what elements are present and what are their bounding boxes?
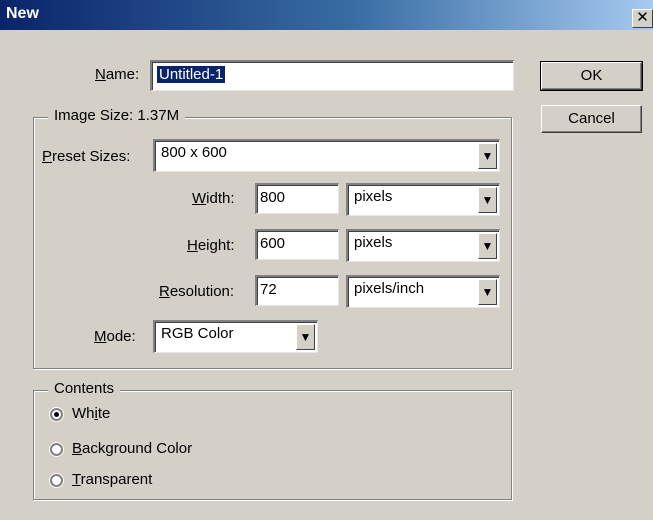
- height-label: Height:: [187, 237, 235, 254]
- resolution-unit-select[interactable]: pixels/inch ▼: [346, 275, 500, 308]
- width-input[interactable]: 800: [255, 183, 339, 214]
- mode-select[interactable]: RGB Color ▼: [153, 320, 318, 353]
- radio-icon: [50, 443, 63, 456]
- name-label: Name:: [95, 66, 140, 83]
- chevron-down-icon[interactable]: ▼: [478, 233, 497, 259]
- chevron-down-icon[interactable]: ▼: [478, 143, 497, 169]
- radio-white[interactable]: White: [48, 404, 248, 424]
- name-input-value: Untitled-1: [157, 66, 226, 83]
- title-bar[interactable]: [0, 0, 653, 30]
- height-unit-value: pixels: [354, 234, 393, 251]
- resolution-unit-value: pixels/inch: [354, 280, 425, 297]
- chevron-down-icon[interactable]: ▼: [478, 187, 497, 213]
- width-label: Width:: [192, 190, 235, 207]
- window-title: New: [6, 5, 39, 22]
- name-input[interactable]: Untitled-1: [150, 60, 514, 91]
- mode-value: RGB Color: [161, 325, 234, 342]
- radio-white-label: White: [72, 405, 111, 422]
- radio-transparent-label: Transparent: [72, 471, 153, 488]
- radio-background-color-label: Background Color: [72, 440, 193, 457]
- contents-legend: Contents: [48, 380, 121, 397]
- mode-label: Mode:: [94, 328, 136, 345]
- radio-background-color[interactable]: Background Color: [48, 439, 268, 459]
- chevron-down-icon[interactable]: ▼: [478, 279, 497, 305]
- preset-sizes-label: Preset Sizes:: [42, 148, 131, 165]
- ok-button[interactable]: OK: [540, 61, 643, 91]
- chevron-down-icon[interactable]: ▼: [296, 324, 315, 350]
- radio-icon: [50, 474, 63, 487]
- width-unit-value: pixels: [354, 188, 393, 205]
- preset-sizes-select[interactable]: 800 x 600 ▼: [153, 139, 500, 172]
- resolution-input[interactable]: 72: [255, 275, 339, 306]
- width-unit-select[interactable]: pixels ▼: [346, 183, 500, 216]
- radio-transparent[interactable]: Transparent: [48, 470, 248, 490]
- close-button[interactable]: ✕: [632, 9, 653, 28]
- image-size-legend: Image Size: 1.37M: [48, 107, 186, 124]
- height-unit-select[interactable]: pixels ▼: [346, 229, 500, 262]
- resolution-label: Resolution:: [159, 283, 235, 300]
- cancel-button[interactable]: Cancel: [541, 105, 642, 133]
- preset-sizes-value: 800 x 600: [161, 144, 227, 161]
- close-icon: ✕: [636, 9, 649, 26]
- height-input[interactable]: 600: [255, 229, 339, 260]
- radio-icon: [50, 408, 63, 421]
